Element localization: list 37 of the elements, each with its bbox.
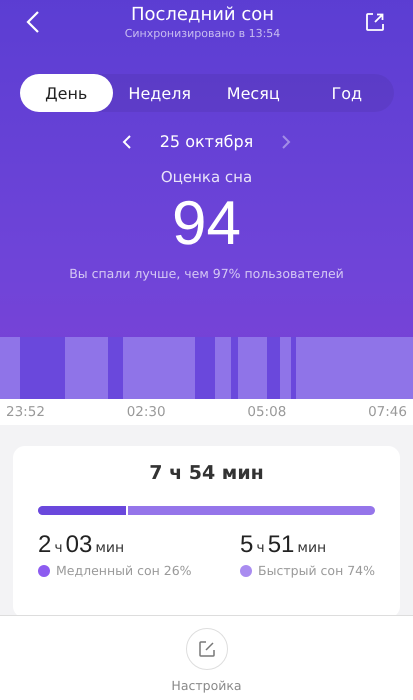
share-icon[interactable] (365, 12, 385, 32)
deep-sleep-bar (195, 337, 215, 399)
stage-duration: 2 ч 03 мин (38, 531, 126, 559)
deep-sleep-bar (20, 337, 65, 399)
deep-sleep-bar (291, 337, 296, 399)
time-label: 02:30 (126, 404, 166, 420)
legend-label: Быстрый сон 74% (258, 563, 375, 578)
date-label: 25 октября (160, 132, 254, 151)
period-tab[interactable]: Месяц (206, 74, 300, 112)
period-tab[interactable]: Неделя (113, 74, 206, 112)
light-sleep-bar (123, 337, 195, 399)
sleep-score: 94 (172, 190, 241, 258)
period-tab[interactable]: Год (300, 74, 394, 112)
legend-label: Медленный сон 26% (56, 563, 192, 578)
deep-sleep-bar (267, 337, 280, 399)
total-sleep-duration: 7 ч 54 мин (148, 462, 265, 484)
edit-icon (198, 640, 216, 658)
time-label: 07:46 (368, 404, 407, 420)
previous-icon[interactable] (122, 134, 132, 150)
light-sleep-bar (65, 337, 108, 399)
edit-button[interactable] (186, 628, 228, 670)
deep-sleep-bar (231, 337, 238, 399)
light-sleep-bar (238, 337, 267, 399)
deep-sleep-bar (108, 337, 123, 399)
time-label: 05:08 (247, 404, 286, 420)
sync-status: Синхронизировано в 13:54 (124, 27, 280, 40)
back-icon[interactable] (26, 10, 40, 34)
comparison-text: Вы спали лучше, чем 97% пользователей (69, 266, 344, 282)
screen-title: Последний сон (130, 4, 274, 25)
stage-duration: 5 ч 51 мин (240, 531, 328, 559)
light-sleep-bar (0, 337, 20, 399)
light-sleep-bar (215, 337, 231, 399)
score-label: Оценка сна (160, 168, 252, 186)
light-sleep-bar (280, 337, 291, 399)
period-tab[interactable]: День (20, 74, 113, 112)
time-label: 23:52 (6, 404, 45, 420)
settings-label: Настройка (171, 678, 242, 693)
